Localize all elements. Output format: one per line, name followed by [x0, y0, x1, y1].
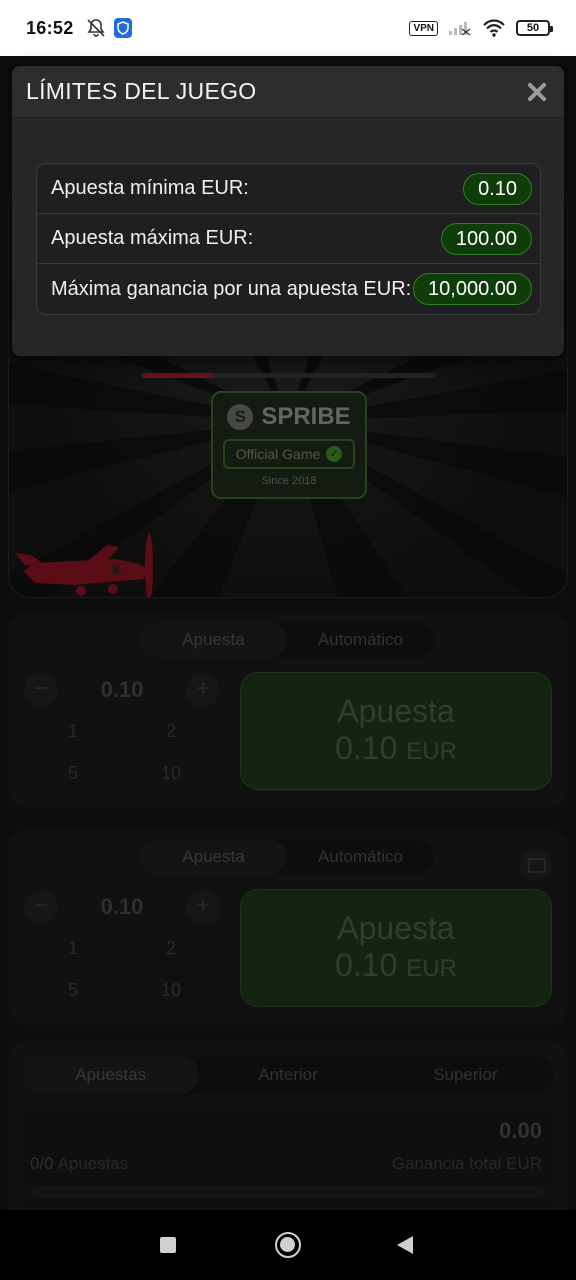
status-bar: 16:52 VPN 50 — [0, 0, 576, 56]
recents-icon[interactable] — [160, 1237, 176, 1253]
battery-indicator: 50 — [516, 20, 553, 36]
limit-row-min: Apuesta mínima EUR: 0.10 — [37, 164, 540, 214]
limits-table: Apuesta mínima EUR: 0.10 Apuesta máxima … — [36, 163, 541, 315]
home-icon[interactable] — [275, 1232, 301, 1258]
limit-label: Máxima ganancia por una apuesta EUR: — [51, 277, 412, 300]
limit-value: 0.10 — [463, 172, 532, 205]
limit-row-max: Apuesta máxima EUR: 100.00 — [37, 214, 540, 264]
cell-signal-icon — [449, 22, 471, 36]
limit-label: Apuesta máxima EUR: — [51, 227, 254, 249]
limit-value: 10,000.00 — [413, 273, 532, 305]
game-limits-dialog: LÍMITES DEL JUEGO Apuesta mínima EUR: 0.… — [12, 66, 564, 356]
vpn-badge: VPN — [409, 20, 438, 36]
dialog-header: LÍMITES DEL JUEGO — [12, 66, 564, 118]
notifications-off-icon — [86, 19, 105, 37]
close-icon[interactable] — [524, 79, 550, 105]
dialog-title: LÍMITES DEL JUEGO — [26, 78, 257, 104]
limit-label: Apuesta mínima EUR: — [51, 177, 249, 199]
status-time: 16:52 — [26, 17, 74, 38]
limit-value: 100.00 — [440, 222, 532, 255]
limit-row-max-win: Máxima ganancia por una apuesta EUR: 10,… — [37, 264, 540, 314]
wifi-icon — [483, 19, 505, 37]
system-nav-bar — [0, 1210, 576, 1280]
back-icon[interactable] — [397, 1236, 413, 1254]
shield-app-icon — [113, 18, 132, 38]
